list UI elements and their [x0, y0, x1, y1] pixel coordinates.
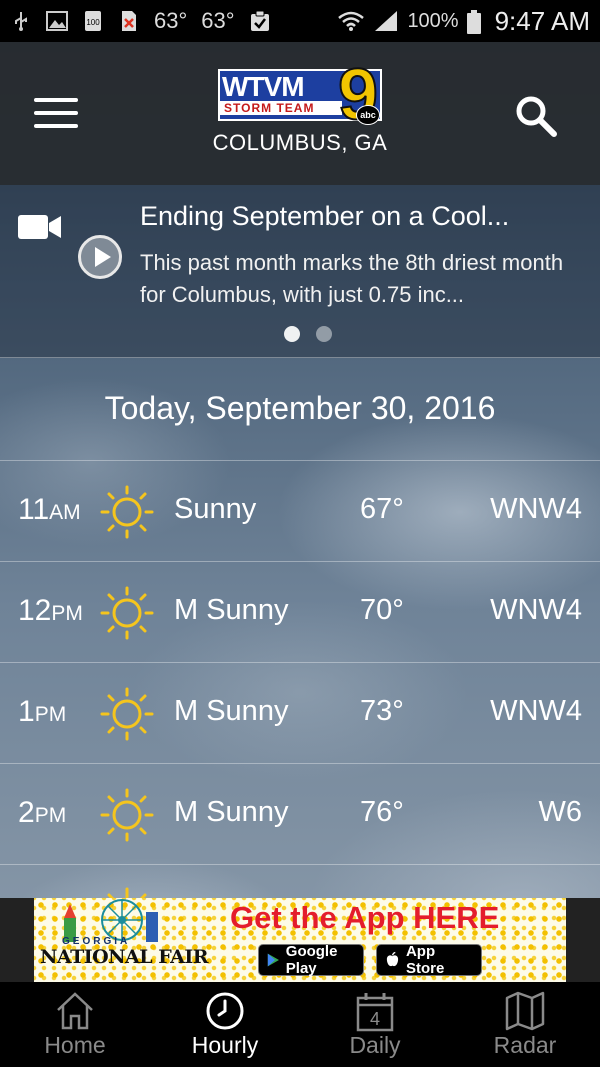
- battery-level-icon: 100: [82, 10, 104, 32]
- station-logo[interactable]: WTVM STORM TEAM 9 abc: [218, 57, 384, 131]
- sun-icon: [100, 485, 154, 539]
- home-icon: [57, 992, 93, 1030]
- logo-letters: WTVM: [222, 71, 305, 102]
- carousel-dot-2[interactable]: [316, 326, 332, 342]
- wifi-icon: [337, 10, 365, 32]
- ad-brand: NATIONAL FAIR: [40, 946, 209, 968]
- hour-condition: M Sunny: [174, 695, 289, 727]
- hour-temperature: 76°: [360, 796, 404, 828]
- city-label: COLUMBUS, GA: [212, 130, 388, 155]
- gallery-icon: [46, 10, 68, 32]
- google-play-label: Google Play: [285, 943, 338, 977]
- video-story-card[interactable]: Ending September on a Cool... This past …: [0, 185, 600, 358]
- hour-time: 1PM: [18, 695, 67, 728]
- cell-signal-icon: [373, 10, 399, 32]
- nav-daily-label: Daily: [349, 1032, 401, 1058]
- calendar-badge: 4: [370, 1009, 380, 1029]
- hour-wind: WNW4: [490, 493, 582, 525]
- hour-row[interactable]: 2PM M Sunny 76° W6: [0, 764, 600, 865]
- menu-icon: [34, 98, 78, 102]
- hour-wind: WNW4: [490, 594, 582, 626]
- video-description: This past month marks the 8th driest mon…: [140, 250, 564, 307]
- hour-time: 2PM: [18, 796, 67, 829]
- clipboard-check-icon: [249, 10, 271, 32]
- status-temp-2: 63°: [201, 8, 235, 33]
- battery-icon: [466, 10, 481, 34]
- carousel-dot-1[interactable]: [284, 326, 300, 342]
- nav-hourly-label: Hourly: [191, 1032, 259, 1058]
- hour-time: 12PM: [18, 594, 83, 627]
- menu-button[interactable]: [34, 98, 78, 128]
- hour-row[interactable]: 1PM M Sunny 73° WNW4: [0, 663, 600, 764]
- sun-icon: [100, 788, 154, 842]
- abc-logo: abc: [356, 105, 380, 125]
- status-time: 9:47 AM: [494, 5, 590, 36]
- play-button[interactable]: [78, 235, 122, 279]
- app-header: WTVM STORM TEAM 9 abc COLUMBUS, GA: [0, 42, 600, 185]
- apple-icon: [386, 951, 399, 967]
- ad-banner[interactable]: GEORGIA NATIONAL FAIR Get the App HERE G…: [34, 898, 566, 982]
- nav-home-label: Home: [44, 1032, 106, 1058]
- hour-condition: M Sunny: [174, 796, 289, 828]
- blocked-file-icon: [118, 10, 140, 32]
- video-title: Ending September on a Cool...: [140, 201, 510, 231]
- status-temp-1: 63°: [154, 8, 188, 33]
- hour-temperature: 73°: [360, 695, 404, 727]
- video-camera-icon: [18, 213, 62, 246]
- nav-radar[interactable]: Radar: [450, 982, 600, 1067]
- battery-percent: 100%: [407, 9, 459, 32]
- play-store-icon: [267, 953, 279, 967]
- nav-radar-label: Radar: [493, 1032, 557, 1058]
- battery-icon-text: 100: [86, 18, 100, 27]
- hour-time: 11AM: [18, 493, 81, 526]
- usb-icon: [10, 10, 32, 32]
- sun-icon: [100, 687, 154, 741]
- bottom-nav: Home Hourly 4 Daily Radar: [0, 982, 600, 1067]
- app-store-label: App Store: [405, 943, 445, 977]
- status-bar: 100 63° 63° 100% 9:47 AM: [0, 0, 600, 42]
- date-header: Today, September 30, 2016: [0, 358, 600, 461]
- hour-wind: W6: [538, 796, 583, 828]
- hour-condition: Sunny: [174, 493, 257, 525]
- ad-container: GEORGIA NATIONAL FAIR Get the App HERE G…: [0, 898, 600, 982]
- hourly-list: 11AM Sunny 67° WNW4 12PM M Sunny 70° WNW…: [0, 461, 600, 865]
- hour-row[interactable]: 11AM Sunny 67° WNW4: [0, 461, 600, 562]
- nav-hourly[interactable]: Hourly: [150, 982, 300, 1067]
- hour-condition: M Sunny: [174, 594, 289, 626]
- hour-temperature: 67°: [360, 493, 404, 525]
- logo-tag: STORM TEAM: [224, 101, 315, 115]
- date-label: Today, September 30, 2016: [104, 390, 496, 426]
- hour-wind: WNW4: [490, 695, 582, 727]
- sun-icon: [107, 887, 147, 899]
- hour-temperature: 70°: [360, 594, 404, 626]
- hour-row[interactable]: 12PM M Sunny 70° WNW4: [0, 562, 600, 663]
- calendar-icon: 4: [356, 993, 394, 1032]
- sun-icon: [100, 586, 154, 640]
- ad-headline: Get the App HERE: [230, 900, 500, 935]
- carousel-indicator: [284, 326, 332, 342]
- clock-icon: [206, 992, 244, 1030]
- nav-home[interactable]: Home: [0, 982, 150, 1067]
- google-play-button[interactable]: Google Play: [258, 943, 364, 977]
- map-icon: [505, 991, 545, 1031]
- app-store-button[interactable]: App Store: [376, 943, 482, 977]
- nav-daily[interactable]: 4 Daily: [300, 982, 450, 1067]
